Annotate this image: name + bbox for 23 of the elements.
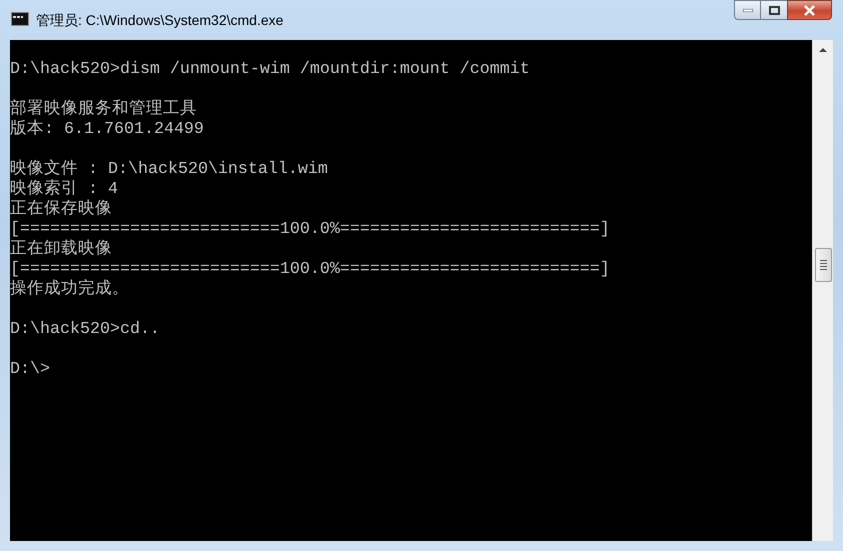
maximize-button[interactable]	[761, 0, 787, 20]
console-line: D:\hack520>cd..	[10, 320, 160, 340]
console-app-icon	[11, 12, 29, 26]
console-line: 操作成功完成。	[10, 280, 129, 300]
console-line: 正在保存映像	[10, 200, 112, 220]
minimize-button[interactable]	[734, 0, 761, 20]
maximize-icon	[768, 6, 780, 14]
console-line: 部署映像服务和管理工具	[10, 100, 197, 120]
console-line: D:\hack520>dism /unmount-wim /mountdir:mount /commit	[10, 60, 530, 80]
console-line: 映像文件 : D:\hack520\install.wim	[10, 160, 328, 179]
close-icon	[803, 4, 816, 16]
minimize-icon	[742, 8, 752, 12]
console-line: 正在卸载映像	[10, 240, 112, 260]
scrollbar-thumb[interactable]	[815, 248, 832, 282]
vertical-scrollbar[interactable]	[812, 40, 833, 541]
close-button[interactable]	[787, 0, 832, 20]
console-line: [==========================100.0%==========================]	[10, 220, 610, 240]
console-line: 映像索引 : 4	[10, 180, 118, 200]
console-line: 版本: 6.1.7601.24499	[10, 120, 204, 140]
scroll-up-arrow-icon[interactable]	[819, 48, 827, 52]
console-line: [==========================100.0%==========================]	[10, 260, 610, 279]
window-title: 管理员: C:\Windows\System32\cmd.exe	[36, 11, 284, 30]
console-line: D:\>	[10, 360, 50, 380]
